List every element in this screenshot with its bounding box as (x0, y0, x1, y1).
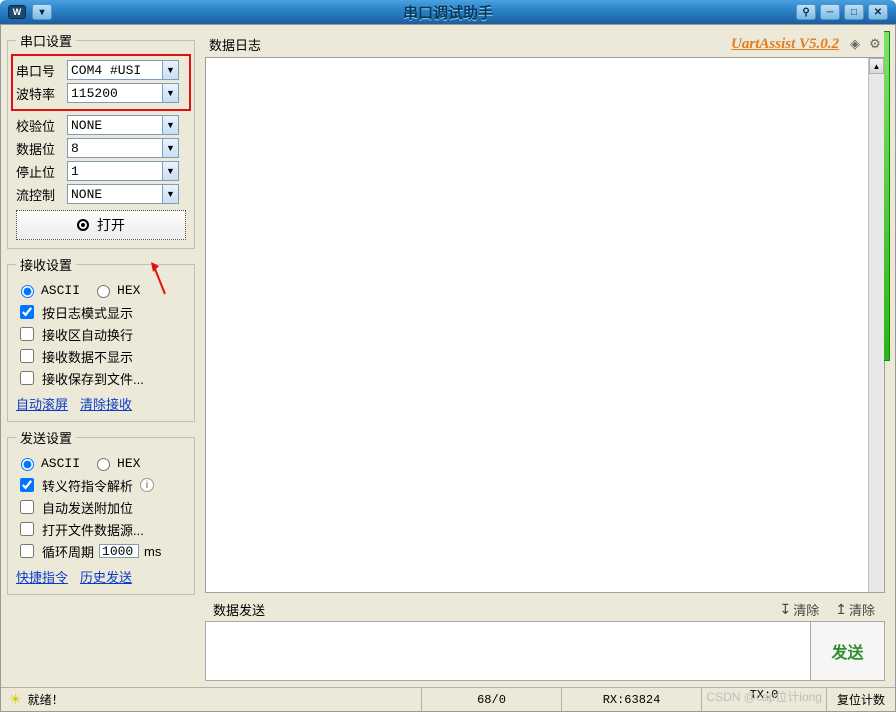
send-input[interactable] (206, 622, 810, 680)
flow-combo[interactable]: ▼ (67, 184, 179, 204)
log-header: 数据日志 UartAssist V5.0.2 ◈ ⚙ (201, 31, 889, 57)
chk-cycle[interactable]: 循环周期 ms (16, 541, 186, 561)
arrow-up-icon: ↥ (835, 601, 847, 618)
link-clear-recv[interactable]: 清除接收 (80, 394, 132, 413)
highlight-box: 串口号 ▼ 波特率 ▼ (11, 54, 191, 111)
port-settings-group: 串口设置 串口号 ▼ 波特率 ▼ 校验 (7, 31, 195, 249)
window-title: 串口调试助手 (208, 2, 688, 23)
cycle-unit: ms (144, 544, 161, 559)
status-dot-icon (77, 219, 89, 231)
watermark-text: CSDN @cap位计iong (706, 688, 822, 705)
log-title: 数据日志 (209, 35, 261, 54)
port-settings-legend: 串口设置 (16, 31, 76, 50)
dropdown-icon[interactable]: ▼ (163, 83, 179, 103)
diamond-icon[interactable]: ◈ (845, 34, 865, 54)
link-history[interactable]: 历史发送 (80, 567, 132, 586)
databits-input[interactable] (67, 138, 163, 158)
send-settings-legend: 发送设置 (16, 428, 76, 447)
link-shortcut[interactable]: 快捷指令 (16, 567, 68, 586)
send-panel-title: 数据发送 (213, 600, 265, 619)
stopbits-combo[interactable]: ▼ (67, 161, 179, 181)
dropdown-icon[interactable]: ▼ (163, 161, 179, 181)
send-hex-radio[interactable]: HEX (92, 455, 140, 471)
chk-escape[interactable]: 转义符指令解析i (16, 475, 186, 495)
chk-save[interactable]: 接收保存到文件... (16, 368, 186, 388)
status-seg-bytes: 68/0 (421, 688, 561, 711)
close-button[interactable]: ✕ (868, 4, 888, 20)
stopbits-label: 停止位 (16, 162, 64, 181)
status-ready: 就绪！ (28, 691, 64, 708)
dropdown-icon[interactable]: ▼ (163, 115, 179, 135)
chk-wrap[interactable]: 接收区自动换行 (16, 324, 186, 344)
send-ascii-radio[interactable]: ASCII (16, 455, 80, 471)
gear-icon[interactable]: ⚙ (865, 34, 885, 54)
databits-combo[interactable]: ▼ (67, 138, 179, 158)
port-input[interactable] (67, 60, 163, 80)
recv-ascii-radio[interactable]: ASCII (16, 282, 80, 298)
parity-input[interactable] (67, 115, 163, 135)
flow-input[interactable] (67, 184, 163, 204)
scroll-up-icon[interactable]: ▲ (869, 58, 884, 74)
clear-up-button[interactable]: ↥清除 (829, 599, 881, 619)
side-indicator (884, 31, 890, 361)
baud-input[interactable] (67, 83, 163, 103)
open-port-button[interactable]: 打开 (16, 210, 186, 240)
chk-hide[interactable]: 接收数据不显示 (16, 346, 186, 366)
status-light-icon: ☀ (9, 691, 22, 708)
chk-openfile[interactable]: 打开文件数据源... (16, 519, 186, 539)
send-settings-group: 发送设置 ASCII HEX 转义符指令解析i 自动发送附加位 打开文件数据源.… (7, 428, 195, 595)
dropdown-icon[interactable]: ▼ (163, 138, 179, 158)
title-bar: W ▾ 串口调试助手 ⚲ ─ □ ✕ (0, 0, 896, 24)
link-autoscroll[interactable]: 自动滚屏 (16, 394, 68, 413)
status-seg-rx: RX:63824 (561, 688, 701, 711)
pin-button-icon[interactable]: ⚲ (796, 4, 816, 20)
arrow-down-icon: ↧ (780, 601, 792, 618)
status-seg-tx: TX:0 CSDN @cap位计iong (701, 688, 826, 711)
app-logo-icon: W (8, 5, 26, 19)
parity-label: 校验位 (16, 116, 64, 135)
cycle-label: 循环周期 (42, 542, 94, 561)
info-icon[interactable]: i (140, 478, 154, 492)
brand-link[interactable]: UartAssist V5.0.2 (731, 36, 839, 53)
cycle-input[interactable] (99, 544, 139, 558)
status-bar: ☀ 就绪！ 68/0 RX:63824 TX:0 CSDN @cap位计iong… (1, 687, 895, 711)
port-label: 串口号 (16, 61, 64, 80)
flow-label: 流控制 (16, 185, 64, 204)
scrollbar[interactable]: ▲ (868, 58, 884, 592)
log-textarea[interactable]: ▲ (205, 57, 885, 593)
recv-settings-legend: 接收设置 (16, 255, 76, 274)
stopbits-input[interactable] (67, 161, 163, 181)
recv-settings-group: 接收设置 ASCII HEX 按日志模式显示 接收区自动换行 接收数据不显示 接… (7, 255, 195, 422)
chk-autosend-extra[interactable]: 自动发送附加位 (16, 497, 186, 517)
parity-combo[interactable]: ▼ (67, 115, 179, 135)
databits-label: 数据位 (16, 139, 64, 158)
maximize-button[interactable]: □ (844, 4, 864, 20)
minimize-button[interactable]: ─ (820, 4, 840, 20)
baud-combo[interactable]: ▼ (67, 83, 179, 103)
open-port-label: 打开 (97, 215, 125, 235)
recv-hex-radio[interactable]: HEX (92, 282, 140, 298)
reset-counter-button[interactable]: 复位计数 (826, 688, 895, 711)
titlebar-dropdown-icon[interactable]: ▾ (32, 4, 52, 20)
dropdown-icon[interactable]: ▼ (163, 184, 179, 204)
clear-down-button[interactable]: ↧清除 (774, 599, 826, 619)
chk-logmode[interactable]: 按日志模式显示 (16, 302, 186, 322)
send-button[interactable]: 发送 (810, 622, 884, 680)
port-combo[interactable]: ▼ (67, 60, 179, 80)
app-frame: 串口设置 串口号 ▼ 波特率 ▼ 校验 (0, 24, 896, 712)
dropdown-icon[interactable]: ▼ (163, 60, 179, 80)
baud-label: 波特率 (16, 84, 64, 103)
